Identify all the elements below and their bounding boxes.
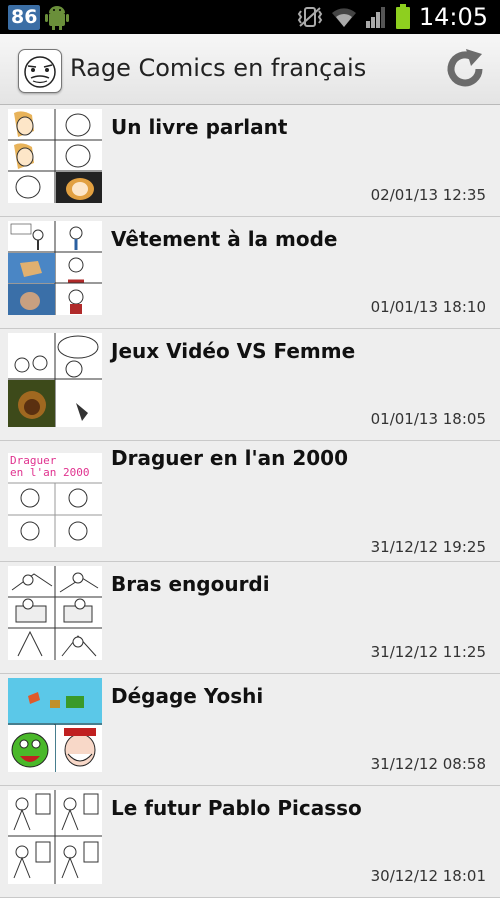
signal-icon (365, 7, 385, 28)
action-bar: Rage Comics en français (0, 34, 500, 105)
comic-thumbnail (8, 109, 102, 203)
status-bar-right: 14:05 (297, 3, 488, 31)
vibrate-icon (297, 7, 323, 27)
comic-title: Bras engourdi (111, 572, 270, 596)
list-item[interactable]: Dégage Yoshi 31/12/12 08:58 (0, 674, 500, 786)
battery-icon (395, 4, 410, 29)
wifi-icon (331, 8, 356, 27)
comic-list: Un livre parlant 02/01/13 12:35 Vêtement… (0, 105, 500, 898)
comic-date: 02/01/13 12:35 (370, 186, 486, 204)
comic-thumbnail (8, 790, 102, 884)
list-item[interactable]: Un livre parlant 02/01/13 12:35 (0, 105, 500, 217)
comic-title: Un livre parlant (111, 115, 288, 139)
comic-thumbnail (8, 678, 102, 772)
comic-title: Draguer en l'an 2000 (111, 446, 349, 470)
list-item[interactable]: Jeux Vidéo VS Femme 01/01/13 18:05 (0, 329, 500, 441)
list-item[interactable]: Bras engourdi 31/12/12 11:25 (0, 562, 500, 674)
comic-title: Jeux Vidéo VS Femme (111, 339, 356, 363)
comic-date: 31/12/12 08:58 (370, 755, 486, 773)
comic-title: Dégage Yoshi (111, 684, 264, 708)
comic-thumbnail: Draguer en l'an 2000 (8, 453, 102, 547)
list-item[interactable]: Vêtement à la mode 01/01/13 18:10 (0, 217, 500, 329)
rage-face-icon[interactable] (18, 49, 62, 93)
comic-title: Le futur Pablo Picasso (111, 796, 362, 820)
comic-thumbnail (8, 221, 102, 315)
comic-date: 01/01/13 18:05 (370, 410, 486, 428)
refresh-icon[interactable] (442, 46, 488, 92)
status-bar: 86 14:05 (0, 0, 500, 34)
comic-date: 31/12/12 19:25 (370, 538, 486, 556)
list-item[interactable]: Draguer en l'an 2000 Draguer en l'an 200… (0, 441, 500, 562)
comic-title: Vêtement à la mode (111, 227, 338, 251)
app-title: Rage Comics en français (70, 54, 367, 82)
comic-thumbnail (8, 333, 102, 427)
clock: 14:05 (418, 3, 488, 31)
android-icon[interactable] (44, 4, 70, 30)
comic-date: 30/12/12 18:01 (370, 867, 486, 885)
comic-date: 31/12/12 11:25 (370, 643, 486, 661)
comic-date: 01/01/13 18:10 (370, 298, 486, 316)
status-bar-left: 86 (8, 4, 70, 30)
notification-count-badge[interactable]: 86 (8, 4, 41, 30)
list-item[interactable]: Le futur Pablo Picasso 30/12/12 18:01 (0, 786, 500, 898)
comic-thumbnail (8, 566, 102, 660)
